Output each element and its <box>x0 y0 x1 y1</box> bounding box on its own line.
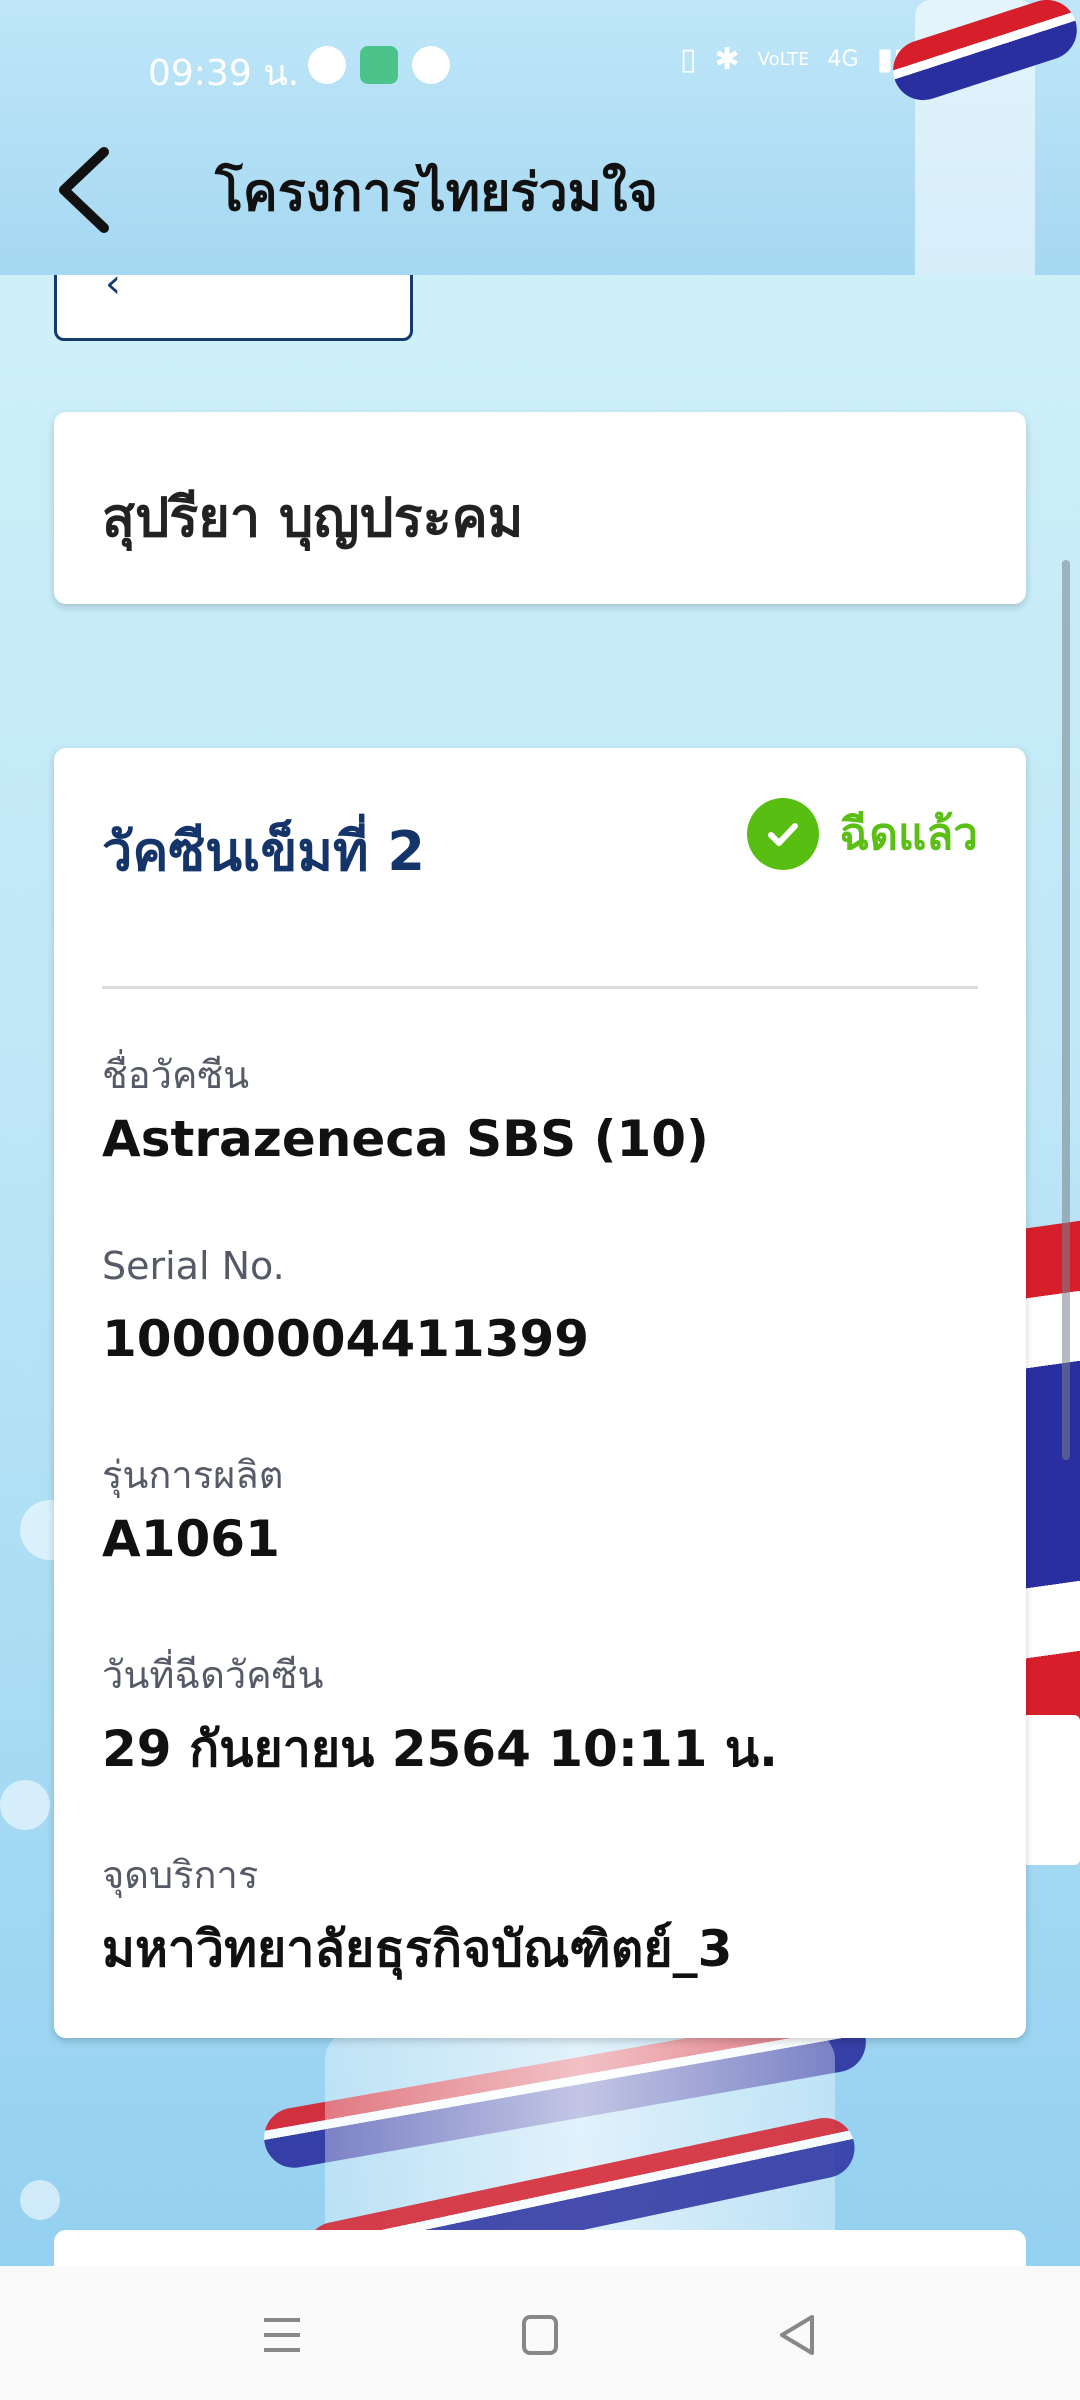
menu-button[interactable] <box>252 2310 312 2360</box>
back-button[interactable] <box>52 140 122 240</box>
lot-number-label: รุ่นการผลิต <box>102 1453 284 1497</box>
vaccination-date-value: 29 กันยายน 2564 10:11 น. <box>102 1720 779 1778</box>
square-home-icon <box>522 2315 558 2355</box>
home-button[interactable] <box>510 2310 570 2360</box>
service-location-value: มหาวิทยาลัยธุรกิจบัณฑิตย์_3 <box>102 1920 733 1978</box>
triangle-back-icon <box>780 2315 814 2355</box>
service-location-label: จุดบริการ <box>102 1853 259 1897</box>
bubble-decoration <box>0 1780 50 1830</box>
person-name: สุปรียา บุญประคม <box>102 486 524 549</box>
chevron-left-icon <box>59 147 109 233</box>
status-time: 09:39 น. <box>148 53 300 94</box>
system-navigation-bar <box>0 2266 1080 2400</box>
serial-number-value: 10000004411399 <box>102 1310 590 1368</box>
status-text: ฉีดแล้ว <box>839 809 978 860</box>
lot-number-value: A1061 <box>102 1510 280 1568</box>
check-circle-icon <box>747 798 820 870</box>
menu-icon <box>264 2318 300 2352</box>
volte-icon: VoLTE <box>757 49 810 70</box>
bluetooth-icon: ✱ <box>714 42 740 77</box>
page-title: โครงการไทยร่วมใจ <box>215 163 658 223</box>
vaccine-name-value: Astrazeneca SBS (10) <box>102 1110 709 1168</box>
notification-icons <box>308 46 450 84</box>
status-badge: ฉีดแล้ว <box>747 798 978 870</box>
divider <box>102 986 978 989</box>
dose-title: วัคซีนเข็มที่ 2 <box>102 820 425 883</box>
back-nav-button[interactable] <box>768 2310 828 2360</box>
serial-number-label: Serial No. <box>102 1244 285 1288</box>
share-app-icon <box>412 46 450 84</box>
app-header: 09:39 น. ▯ ✱ VoLTE 4G ▮▮▮ 67 โครงการไทยร… <box>0 0 1080 275</box>
scrollbar[interactable] <box>1062 560 1070 1460</box>
vibrate-icon: ▯ <box>680 42 697 77</box>
vaccination-date-label: วันที่ฉีดวัคซีน <box>102 1653 324 1697</box>
calculator-app-icon <box>360 46 398 84</box>
network-type-icon: 4G <box>827 47 859 72</box>
messenger-icon <box>308 46 346 84</box>
vaccine-dose-card: วัคซีนเข็มที่ 2 ฉีดแล้ว ชื่อวัคซีน Astra… <box>54 748 1026 2038</box>
bubble-decoration <box>20 2180 60 2220</box>
recaptcha-badge <box>1020 1715 1080 1865</box>
person-name-card: สุปรียา บุญประคม <box>54 412 1026 604</box>
vaccine-name-label: ชื่อวัคซีน <box>102 1053 250 1097</box>
